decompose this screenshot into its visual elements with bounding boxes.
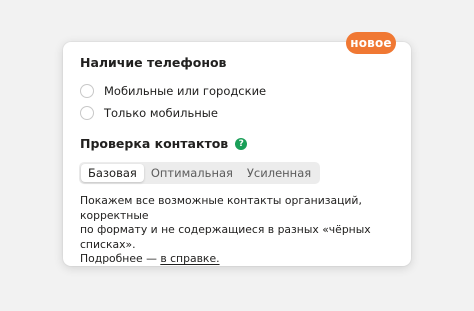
help-link[interactable]: в справке. — [160, 252, 219, 265]
phones-section-title: Наличие телефонов — [80, 55, 227, 70]
more-info-line: Подробнее — в справке. — [80, 252, 400, 267]
tab-basic[interactable]: Базовая — [81, 164, 144, 182]
tab-optimal[interactable]: Оптимальная — [144, 164, 240, 182]
check-description: Покажем все возможные контакты организац… — [80, 194, 400, 267]
question-icon[interactable]: ? — [235, 137, 248, 150]
radio-button[interactable] — [80, 84, 94, 98]
contacts-title-text: Проверка контактов — [80, 136, 229, 151]
description-line: Покажем все возможные контакты организац… — [80, 194, 362, 222]
radio-button[interactable] — [80, 106, 94, 120]
radio-label: Мобильные или городские — [104, 84, 267, 98]
new-badge: новое — [346, 32, 396, 54]
tab-enhanced[interactable]: Усиленная — [240, 164, 318, 182]
check-level-segmented-control: Базовая Оптимальная Усиленная — [79, 162, 321, 184]
radio-mobile-only[interactable]: Только мобильные — [80, 106, 218, 120]
radio-mobile-or-landline[interactable]: Мобильные или городские — [80, 84, 266, 98]
more-prefix: Подробнее — — [80, 252, 161, 265]
radio-label: Только мобильные — [104, 106, 218, 120]
description-line: по формату и не содержащиеся в разных «ч… — [80, 223, 371, 251]
contacts-section-title: Проверка контактов ? — [80, 136, 248, 151]
